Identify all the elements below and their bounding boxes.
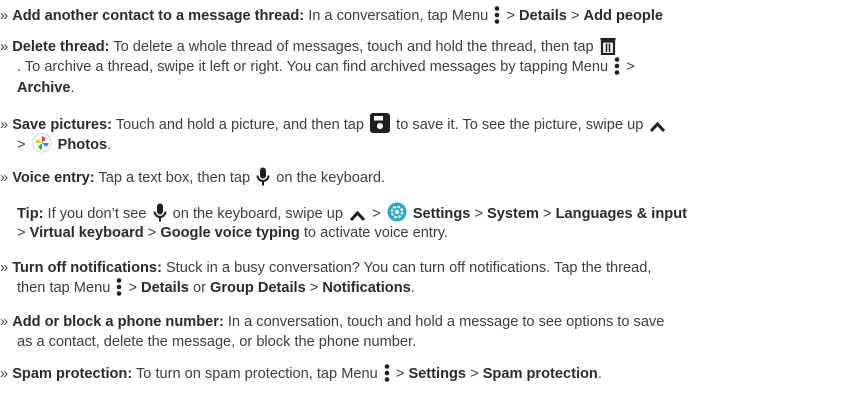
settings-label: Settings bbox=[408, 366, 467, 382]
settings-icon bbox=[387, 202, 407, 222]
photos-label: Photos bbox=[57, 137, 108, 153]
list-item-turn-off-notifications-cont: then tap Menu > Details or Group Details… bbox=[17, 278, 415, 296]
menu-dots-icon bbox=[494, 6, 500, 24]
item-title: Add or block a phone number: bbox=[12, 314, 224, 330]
bullet: » bbox=[0, 170, 9, 186]
menu-dots-icon bbox=[614, 57, 620, 75]
languages-label: Languages & input bbox=[555, 206, 687, 222]
tip-text: If you don’t see bbox=[47, 206, 147, 222]
item-text: To delete a whole thread of messages, to… bbox=[113, 39, 594, 55]
spam-protection-label: Spam protection bbox=[482, 366, 598, 382]
trash-icon bbox=[600, 37, 616, 55]
list-item-turn-off-notifications: » Turn off notifications: Stuck in a bus… bbox=[0, 258, 651, 278]
list-item-delete-thread-cont: . To archive a thread, swipe it left or … bbox=[17, 57, 635, 77]
bullet: » bbox=[0, 260, 9, 276]
list-item-save-pictures-cont: > Photos. bbox=[17, 133, 111, 155]
chevron-up-icon bbox=[649, 121, 666, 133]
group-details-label: Group Details bbox=[210, 280, 306, 296]
list-item-delete-thread-cont2: Archive. bbox=[17, 80, 75, 96]
chevron-up-icon bbox=[349, 210, 366, 222]
menu-dots-icon bbox=[384, 364, 390, 382]
item-title: Add another contact to a message thread: bbox=[12, 8, 305, 24]
google-voice-label: Google voice typing bbox=[160, 225, 300, 241]
settings-label: Settings bbox=[412, 206, 471, 222]
list-item-save-pictures: » Save pictures: Touch and hold a pictur… bbox=[0, 113, 668, 135]
help-page: » Add another contact to a message threa… bbox=[0, 0, 851, 393]
microphone-icon bbox=[256, 167, 270, 186]
photos-icon bbox=[31, 133, 52, 153]
list-item-delete-thread: » Delete thread: To delete a whole threa… bbox=[0, 37, 618, 57]
item-text: In a conversation, tap Menu bbox=[308, 8, 489, 24]
separator: > bbox=[543, 206, 552, 222]
menu-dots-icon bbox=[116, 278, 122, 296]
item-title: Turn off notifications: bbox=[12, 260, 162, 276]
details-label: Details bbox=[519, 8, 567, 24]
tip-line-cont: > Virtual keyboard > Google voice typing… bbox=[17, 223, 448, 243]
separator: > bbox=[626, 59, 635, 75]
list-item-spam-protection: » Spam protection: To turn on spam prote… bbox=[0, 364, 602, 382]
item-text: as a contact, delete the message, or blo… bbox=[17, 334, 417, 350]
tip-text: to activate voice entry. bbox=[303, 225, 448, 241]
notifications-label: Notifications bbox=[322, 280, 411, 296]
item-text: Stuck in a busy conversation? You can tu… bbox=[165, 260, 652, 276]
list-item-block-number-cont: as a contact, delete the message, or blo… bbox=[17, 332, 416, 352]
separator: > bbox=[395, 366, 405, 382]
system-label: System bbox=[487, 206, 539, 222]
item-title: Voice entry: bbox=[12, 170, 95, 186]
item-title: Save pictures: bbox=[12, 117, 112, 133]
separator: > bbox=[372, 206, 381, 222]
item-text: . To archive a thread, swipe it left or … bbox=[17, 59, 609, 75]
item-text: to save it. To see the picture, swipe up bbox=[396, 117, 644, 133]
item-title: Delete thread: bbox=[12, 39, 110, 55]
bullet: » bbox=[0, 117, 9, 133]
item-title: Spam protection: bbox=[12, 366, 133, 382]
separator: > bbox=[147, 225, 157, 241]
add-people-label: Add people bbox=[583, 8, 663, 24]
item-text: To turn on spam protection, tap Menu bbox=[135, 366, 378, 382]
separator: > bbox=[17, 137, 26, 153]
save-icon bbox=[370, 113, 391, 133]
bullet: » bbox=[0, 314, 9, 330]
item-text: In a conversation, touch and hold a mess… bbox=[227, 314, 665, 330]
bullet: » bbox=[0, 366, 9, 382]
item-text: on the keyboard. bbox=[276, 170, 386, 186]
item-text: Tap a text box, then tap bbox=[98, 170, 251, 186]
item-text: Touch and hold a picture, and then tap bbox=[115, 117, 365, 133]
separator: > bbox=[309, 280, 319, 296]
details-label: Details bbox=[141, 280, 189, 296]
separator: > bbox=[570, 8, 580, 24]
bullet: » bbox=[0, 39, 9, 55]
separator: > bbox=[470, 366, 479, 382]
separator: > bbox=[506, 8, 515, 24]
tip-line: Tip: If you don’t see on the keyboard, s… bbox=[17, 202, 687, 224]
separator: > bbox=[474, 206, 483, 222]
archive-label: Archive bbox=[17, 80, 71, 96]
item-text: or bbox=[192, 280, 206, 296]
list-item-add-contact: » Add another contact to a message threa… bbox=[0, 6, 663, 26]
virtual-keyboard-label: Virtual keyboard bbox=[29, 225, 144, 241]
tip-label: Tip: bbox=[17, 206, 44, 222]
separator: > bbox=[128, 280, 137, 296]
list-item-voice-entry: » Voice entry: Tap a text box, then tap … bbox=[0, 167, 385, 188]
item-text: then tap Menu bbox=[17, 280, 111, 296]
list-item-block-number: » Add or block a phone number: In a conv… bbox=[0, 312, 664, 332]
separator: > bbox=[17, 225, 26, 241]
tip-text: on the keyboard, swipe up bbox=[172, 206, 344, 222]
microphone-icon bbox=[153, 203, 167, 222]
bullet: » bbox=[0, 8, 9, 24]
